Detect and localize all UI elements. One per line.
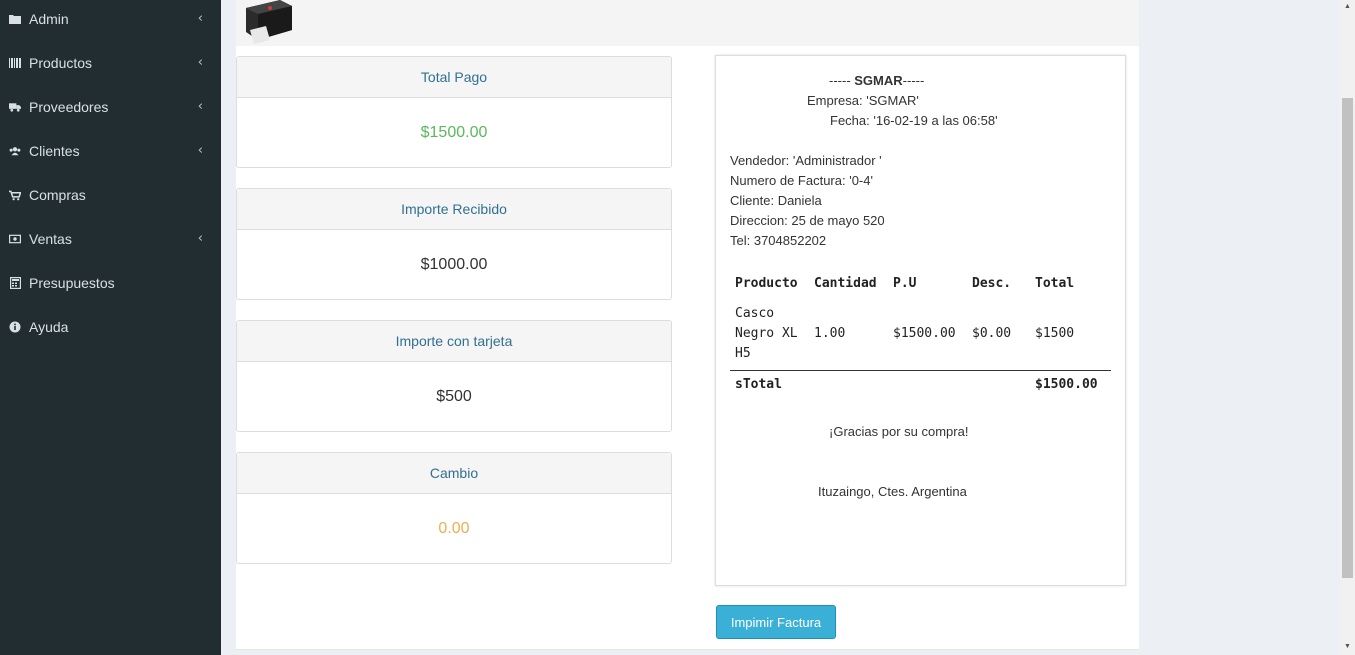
sidebar-item-label: Clientes [29,143,80,159]
stotal-label: sTotal [735,377,782,392]
sidebar-item-admin[interactable]: Admin ‹ [0,0,221,41]
panel-value: $500 [436,388,472,405]
sidebar-item-compras[interactable]: Compras [0,173,221,217]
table-header-cantidad: Cantidad [814,276,877,291]
panel-cambio: Cambio 0.00 [236,452,672,564]
users-icon [9,145,21,157]
chevron-left-icon: ‹ [197,143,203,158]
panel-title: Cambio [237,453,671,494]
table-cell-producto-line: Negro XL [735,326,798,341]
panel-value: 0.00 [438,520,470,537]
invoice-header-suffix: ----- [902,73,925,88]
sidebar: Admin ‹ Productos ‹ Proveedores ‹ Client… [0,0,221,655]
table-cell-total: $1500 [1035,326,1075,341]
calculator-icon [9,277,21,289]
barcode-icon [9,57,21,69]
panel-importe-tarjeta: Importe con tarjeta $500 [236,320,672,432]
table-cell-cantidad: 1.00 [814,326,846,341]
folder-icon [9,13,21,25]
invoice-thanks: ¡Gracias por su compra! [829,424,969,439]
panel-title: Total Pago [237,57,671,98]
panel-title: Importe con tarjeta [237,321,671,362]
invoice-fecha: Fecha: '16-02-19 a las 06:58' [830,113,998,128]
invoice: ----- SGMAR----- Empresa: 'SGMAR' Fecha:… [715,55,1126,586]
chevron-left-icon: ‹ [197,99,203,114]
cart-icon [9,189,21,201]
print-invoice-button[interactable]: Impimir Factura [716,605,836,639]
invoice-direccion: Direccion: 25 de mayo 520 [730,213,885,228]
panel-title: Importe Recibido [237,189,671,230]
sidebar-item-ayuda[interactable]: Ayuda [0,305,221,349]
invoice-vendedor: Vendedor: 'Administrador ' [730,153,882,168]
invoice-location: Ituzaingo, Ctes. Argentina [818,484,967,499]
table-header-producto: Producto [735,276,798,291]
sidebar-item-label: Compras [29,187,86,203]
sidebar-item-productos[interactable]: Productos ‹ [0,41,221,85]
sidebar-item-label: Presupuestos [29,275,115,291]
invoice-header: ----- SGMAR----- [829,73,924,88]
content-header [236,0,1139,46]
table-divider [730,370,1111,371]
invoice-empresa: Empresa: 'SGMAR' [807,93,919,108]
sidebar-item-label: Productos [29,55,93,71]
info-icon [9,321,21,333]
scroll-up-arrow-icon[interactable]: ▲ [1342,2,1353,12]
chevron-left-icon: ‹ [197,231,203,246]
sidebar-item-clientes[interactable]: Clientes ‹ [0,129,221,173]
stotal-value: $1500.00 [1035,377,1098,392]
sidebar-item-label: Proveedores [29,99,109,115]
panel-total-pago: Total Pago $1500.00 [236,56,672,168]
table-cell-producto-line: H5 [735,346,751,361]
invoice-company-name: SGMAR [854,73,903,88]
sidebar-item-proveedores[interactable]: Proveedores ‹ [0,85,221,129]
invoice-cliente: Cliente: Daniela [730,193,822,208]
scrollbar-thumb[interactable] [1342,98,1353,578]
invoice-header-prefix: ----- [829,73,855,88]
chevron-left-icon: ‹ [197,11,203,26]
panel-value: $1000.00 [420,256,488,273]
printer-icon [240,0,294,44]
sidebar-item-label: Ayuda [29,319,69,335]
invoice-tel: Tel: 3704852202 [730,233,827,248]
invoice-numero: Numero de Factura: '0-4' [730,173,873,188]
table-cell-producto-line: Casco [735,306,775,321]
table-header-total: Total [1035,276,1075,291]
truck-icon [9,101,21,113]
panel-value: $1500.00 [420,124,488,141]
sidebar-item-label: Ventas [29,231,72,247]
sidebar-item-label: Admin [29,11,69,27]
table-cell-desc: $0.00 [972,326,1012,341]
panel-importe-recibido: Importe Recibido $1000.00 [236,188,672,300]
sidebar-item-presupuestos[interactable]: Presupuestos [0,261,221,305]
table-header-desc: Desc. [972,276,1012,291]
sidebar-item-ventas[interactable]: Ventas ‹ [0,217,221,261]
money-icon [9,233,21,245]
table-header-pu: P.U [893,276,917,291]
chevron-left-icon: ‹ [197,55,203,70]
scroll-down-arrow-icon[interactable]: ▼ [1342,642,1353,652]
table-cell-pu: $1500.00 [893,326,956,341]
